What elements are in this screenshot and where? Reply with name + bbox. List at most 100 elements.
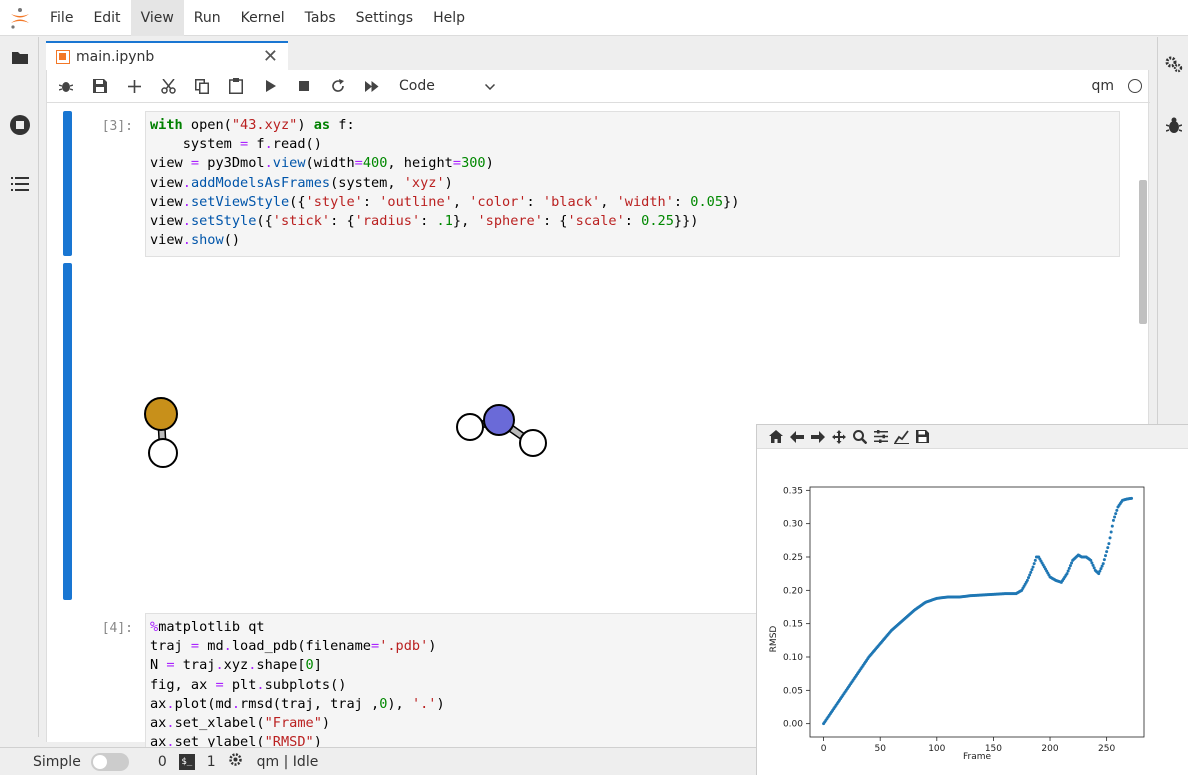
data-point — [1102, 558, 1106, 562]
jupyter-logo-icon — [0, 0, 40, 36]
data-point — [1111, 518, 1115, 522]
data-point — [1027, 576, 1031, 580]
y-tick-label: 0.15 — [783, 620, 803, 630]
copy-icon[interactable] — [185, 71, 219, 101]
data-point — [1068, 564, 1072, 568]
forward-arrow-icon[interactable] — [807, 427, 828, 447]
y-tick-label: 0.35 — [783, 486, 803, 496]
back-arrow-icon[interactable] — [786, 427, 807, 447]
data-point — [1115, 508, 1119, 512]
left-sidebar — [0, 37, 39, 737]
code-line: view = py3Dmol.view(width=400, height=30… — [150, 155, 494, 172]
matplotlib-toolbar — [757, 425, 1188, 449]
cut-icon[interactable] — [151, 71, 185, 101]
pan-icon[interactable] — [828, 427, 849, 447]
menu-kernel[interactable]: Kernel — [231, 0, 295, 36]
data-point — [1107, 542, 1111, 546]
fast-forward-icon[interactable] — [355, 71, 389, 101]
data-point — [1101, 562, 1105, 566]
data-point — [1106, 546, 1110, 550]
debugger-icon[interactable] — [1158, 110, 1188, 142]
tab-main-ipynb[interactable]: main.ipynb ✕ — [46, 41, 288, 71]
menu-run[interactable]: Run — [184, 0, 231, 36]
data-point — [1030, 568, 1034, 572]
file-browser-icon[interactable] — [0, 41, 39, 73]
data-point — [1108, 536, 1112, 540]
data-point — [1065, 572, 1069, 576]
data-point — [1032, 562, 1036, 566]
notebook-toolbar: Code qm — [47, 70, 1150, 103]
menu-tabs[interactable]: Tabs — [295, 0, 346, 36]
data-point — [1066, 569, 1070, 573]
hydrogen-atom — [456, 413, 484, 441]
kernel-name[interactable]: qm — [1091, 78, 1114, 94]
plot-frame — [809, 486, 1145, 738]
table-of-contents-icon[interactable] — [0, 168, 39, 200]
data-point — [1113, 515, 1117, 519]
molecule-viewer[interactable] — [127, 370, 587, 490]
sulfur-atom — [144, 397, 178, 431]
menu-bar: File Edit View Run Kernel Tabs Settings … — [0, 0, 1188, 36]
restart-icon[interactable] — [321, 71, 355, 101]
data-point — [1105, 550, 1109, 554]
menu-file[interactable]: File — [40, 0, 83, 36]
data-point — [1070, 561, 1074, 565]
cell-collapser[interactable] — [63, 111, 72, 256]
code-line: view.setViewStyle({'style': 'outline', '… — [150, 193, 740, 210]
toggle-knob — [92, 754, 107, 769]
data-point — [1028, 573, 1032, 577]
rmsd-chart[interactable]: 0 50 100 150 200 2500.000.050.100.150.200.250… — [757, 449, 1188, 775]
notebook-icon — [56, 50, 70, 64]
menu-settings[interactable]: Settings — [346, 0, 423, 36]
matplotlib-figure-window: 0 50 100 150 200 250 0.00 0.05 0.10 0.15 0.20 0.25 0… — [756, 424, 1188, 775]
terminal-count[interactable]: 0 — [158, 754, 167, 770]
document-tab-bar: main.ipynb ✕ — [40, 37, 1157, 71]
scroll-thumb[interactable] — [1139, 180, 1147, 324]
running-kernels-icon[interactable] — [0, 109, 39, 141]
kernel-status-text[interactable]: qm | Idle — [257, 754, 319, 770]
y-tick-label: 0.10 — [783, 653, 803, 663]
zoom-icon[interactable] — [849, 427, 870, 447]
terminal-icon: $_ — [178, 753, 195, 770]
data-point — [1067, 566, 1071, 570]
output-collapser[interactable] — [63, 263, 72, 600]
code-cell-input[interactable]: with open("43.xyz") as f: system = f.rea… — [145, 111, 1120, 257]
data-point — [1104, 554, 1108, 558]
code-line: system = f.read() — [150, 136, 322, 153]
paste-icon[interactable] — [219, 71, 253, 101]
configure-subplots-icon[interactable] — [870, 427, 891, 447]
add-cell-icon[interactable] — [117, 71, 151, 101]
data-point — [1130, 496, 1134, 500]
data-point — [1025, 578, 1029, 582]
cell-prompt: [3]: — [101, 119, 133, 134]
simple-mode-toggle[interactable] — [90, 752, 129, 771]
menu-edit[interactable]: Edit — [83, 0, 130, 36]
save-icon[interactable] — [83, 71, 117, 101]
debug-icon[interactable] — [49, 71, 83, 101]
x-tick-label: 100 — [928, 744, 945, 754]
kernel-count[interactable]: 1 — [207, 754, 216, 770]
save-figure-icon[interactable] — [912, 427, 933, 447]
cell-type-select[interactable]: Code — [399, 74, 496, 98]
x-tick-label: 250 — [1098, 744, 1115, 754]
tab-title: main.ipynb — [76, 49, 155, 65]
mode-label: Simple — [33, 753, 81, 770]
code-line: view.setStyle({'stick': {'radius': .1}, … — [150, 213, 699, 230]
nitrogen-atom — [483, 404, 515, 436]
menu-view[interactable]: View — [130, 0, 184, 36]
x-tick-label: 0 — [821, 744, 827, 754]
y-tick-label: 0.20 — [783, 586, 803, 596]
edit-axes-icon[interactable] — [891, 427, 912, 447]
y-tick-label: 0.30 — [783, 520, 803, 530]
code-line: with open("43.xyz") as f: — [150, 117, 355, 133]
cell-prompt: [4]: — [101, 621, 133, 636]
y-tick-label: 0.25 — [783, 553, 803, 563]
home-icon[interactable] — [765, 427, 786, 447]
menu-help[interactable]: Help — [423, 0, 475, 36]
data-point — [1029, 570, 1033, 574]
stop-icon[interactable] — [287, 71, 321, 101]
x-tick-label: 200 — [1041, 744, 1058, 754]
close-tab-icon[interactable]: ✕ — [263, 47, 278, 67]
run-icon[interactable] — [253, 71, 287, 101]
property-inspector-icon[interactable] — [1158, 48, 1188, 80]
